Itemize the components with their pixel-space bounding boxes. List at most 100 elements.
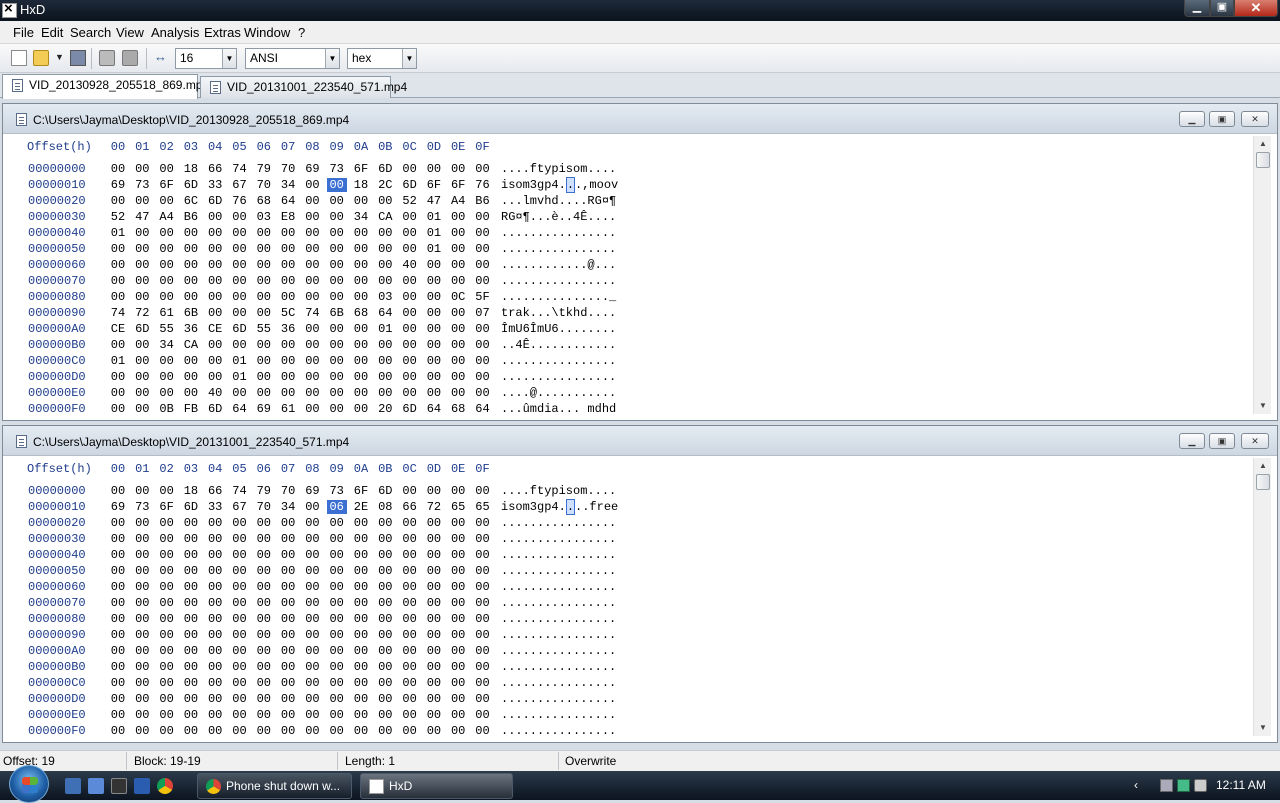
- hex-byte[interactable]: 00: [473, 370, 493, 384]
- hex-byte[interactable]: 00: [278, 708, 298, 722]
- ascii-text[interactable]: ...lmvhd....RG¤¶: [501, 194, 616, 208]
- hex-byte[interactable]: 00: [327, 612, 347, 626]
- hex-byte[interactable]: 00: [157, 354, 177, 368]
- hex-byte[interactable]: A4: [448, 194, 468, 208]
- hex-byte[interactable]: 73: [327, 162, 347, 176]
- hex-byte[interactable]: 00: [181, 708, 201, 722]
- hex-byte[interactable]: 00: [254, 724, 274, 734]
- hex-byte[interactable]: 00: [181, 676, 201, 690]
- hex-byte[interactable]: 00: [108, 660, 128, 674]
- hex-byte[interactable]: 00: [132, 162, 152, 176]
- hex-byte[interactable]: 00: [157, 484, 177, 498]
- hex-byte[interactable]: 00: [302, 580, 322, 594]
- hex-byte[interactable]: 00: [132, 564, 152, 578]
- hex-byte[interactable]: 00: [351, 516, 371, 530]
- hex-byte[interactable]: 00: [157, 644, 177, 658]
- hex-byte[interactable]: 00: [254, 274, 274, 288]
- hex-byte[interactable]: 00: [132, 290, 152, 304]
- hex-byte[interactable]: 00: [132, 692, 152, 706]
- hex-byte[interactable]: 69: [302, 162, 322, 176]
- hex-byte[interactable]: 00: [278, 290, 298, 304]
- hex-byte[interactable]: 00: [424, 724, 444, 734]
- hex-byte[interactable]: 2E: [351, 500, 371, 514]
- ascii-text[interactable]: ................: [501, 564, 616, 578]
- hex-byte[interactable]: 00: [302, 386, 322, 400]
- hex-byte[interactable]: 00: [473, 676, 493, 690]
- hex-byte[interactable]: 00: [448, 322, 468, 336]
- hex-byte[interactable]: 67: [230, 178, 250, 192]
- hex-byte[interactable]: B6: [473, 194, 493, 208]
- hex-byte[interactable]: 66: [205, 162, 225, 176]
- hex-byte[interactable]: 00: [230, 612, 250, 626]
- hex-byte[interactable]: 6F: [424, 178, 444, 192]
- hex-byte[interactable]: 52: [108, 210, 128, 224]
- hex-byte[interactable]: 00: [448, 596, 468, 610]
- menu-file[interactable]: File: [13, 25, 34, 40]
- hex-byte[interactable]: 00: [278, 692, 298, 706]
- show-desktop-icon[interactable]: [65, 778, 81, 794]
- hex-byte[interactable]: 74: [302, 306, 322, 320]
- hex-byte[interactable]: 00: [448, 676, 468, 690]
- hex-byte[interactable]: 00: [375, 548, 395, 562]
- hex-byte[interactable]: 00: [230, 676, 250, 690]
- editor-close-button[interactable]: ✕: [1241, 433, 1269, 449]
- hex-byte[interactable]: 68: [351, 306, 371, 320]
- hex-byte[interactable]: 00: [132, 724, 152, 734]
- hex-byte[interactable]: 00: [132, 596, 152, 610]
- hex-byte[interactable]: 00: [400, 660, 420, 674]
- hex-byte[interactable]: 18: [181, 484, 201, 498]
- hex-byte[interactable]: 00: [424, 532, 444, 546]
- hex-byte[interactable]: 64: [230, 402, 250, 412]
- hex-byte[interactable]: 00: [157, 612, 177, 626]
- hex-byte[interactable]: 00: [278, 226, 298, 240]
- ascii-text[interactable]: ................: [501, 354, 616, 368]
- hex-byte[interactable]: 00: [448, 210, 468, 224]
- hex-byte[interactable]: 00: [108, 386, 128, 400]
- hex-byte[interactable]: 00: [424, 612, 444, 626]
- hex-byte[interactable]: 00: [327, 644, 347, 658]
- hex-byte[interactable]: 64: [278, 194, 298, 208]
- hex-byte[interactable]: 00: [473, 338, 493, 352]
- ascii-text[interactable]: RG¤¶...è..4Ê....: [501, 210, 616, 224]
- hex-byte[interactable]: 00: [181, 226, 201, 240]
- hex-byte[interactable]: 40: [400, 258, 420, 272]
- hex-byte[interactable]: 00: [181, 242, 201, 256]
- hex-byte[interactable]: 00: [254, 692, 274, 706]
- hex-byte[interactable]: 00: [205, 612, 225, 626]
- hex-byte[interactable]: 00: [351, 402, 371, 412]
- hex-byte[interactable]: 00: [205, 548, 225, 562]
- hex-byte[interactable]: 00: [132, 644, 152, 658]
- scroll-up-icon[interactable]: ▲: [1256, 137, 1270, 151]
- hex-byte[interactable]: 00: [278, 596, 298, 610]
- save-icon[interactable]: [70, 50, 86, 66]
- chrome-icon[interactable]: [157, 778, 173, 794]
- hex-byte[interactable]: 79: [254, 484, 274, 498]
- hex-byte[interactable]: 00: [157, 516, 177, 530]
- hex-byte[interactable]: 00: [157, 692, 177, 706]
- hex-byte[interactable]: 00: [278, 338, 298, 352]
- hex-byte[interactable]: 00: [157, 274, 177, 288]
- hex-byte[interactable]: 69: [302, 484, 322, 498]
- hex-byte[interactable]: 00: [278, 548, 298, 562]
- hex-byte[interactable]: 00: [181, 580, 201, 594]
- tab-file-1[interactable]: VID_20130928_205518_869.mp4: [2, 74, 209, 99]
- hex-byte[interactable]: 00: [132, 660, 152, 674]
- hex-byte[interactable]: 00: [327, 402, 347, 412]
- hex-byte[interactable]: 00: [108, 274, 128, 288]
- hex-byte[interactable]: 00: [108, 676, 128, 690]
- hex-byte[interactable]: 00: [400, 676, 420, 690]
- hex-byte[interactable]: 03: [375, 290, 395, 304]
- hex-byte[interactable]: 00: [254, 628, 274, 642]
- hex-byte[interactable]: 00: [302, 258, 322, 272]
- hex-byte[interactable]: 00: [448, 516, 468, 530]
- hex-byte[interactable]: 00: [400, 370, 420, 384]
- hex-byte[interactable]: 6D: [205, 194, 225, 208]
- hex-byte[interactable]: 5C: [278, 306, 298, 320]
- hex-byte[interactable]: 00: [157, 242, 177, 256]
- hex-byte[interactable]: 00: [230, 708, 250, 722]
- hex-byte[interactable]: 00: [278, 660, 298, 674]
- hex-byte[interactable]: 00: [278, 516, 298, 530]
- hex-byte[interactable]: 00: [132, 532, 152, 546]
- hex-byte[interactable]: 34: [351, 210, 371, 224]
- scroll-up-icon[interactable]: ▲: [1256, 459, 1270, 473]
